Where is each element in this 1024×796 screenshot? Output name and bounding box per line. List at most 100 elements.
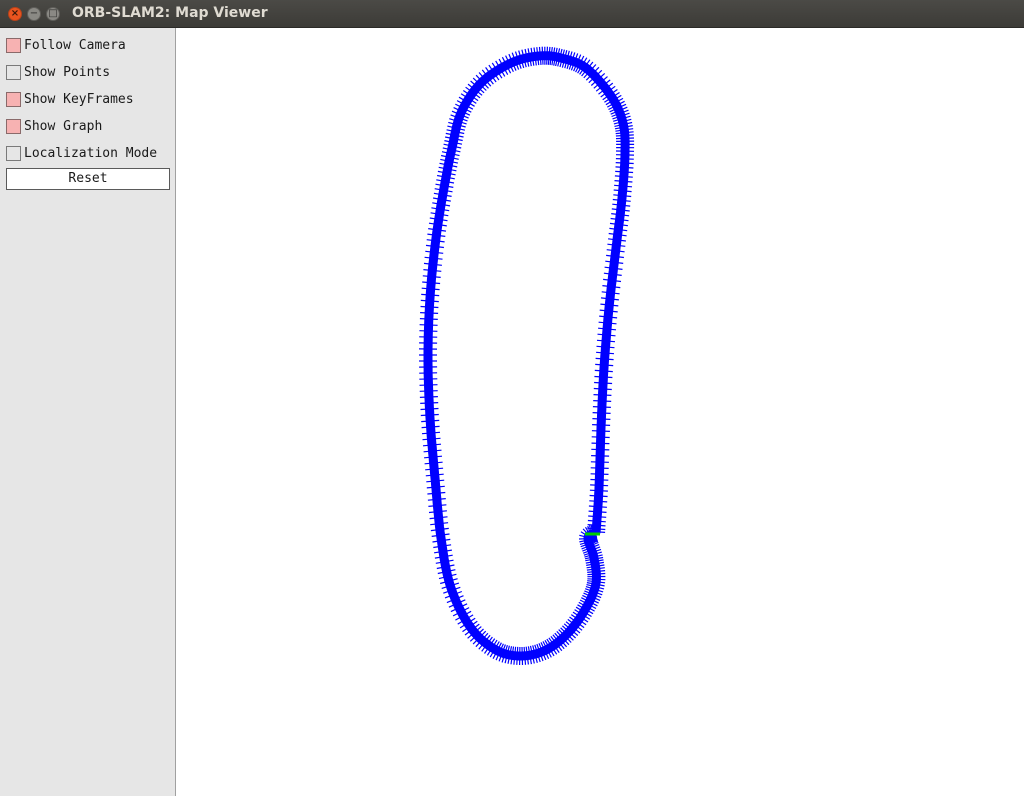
keyframe-mark bbox=[546, 46, 548, 65]
keyframe-mark bbox=[421, 431, 441, 435]
close-icon[interactable]: × bbox=[8, 7, 22, 21]
keyframe-mark bbox=[589, 494, 608, 498]
title-bar: × − □ ORB-SLAM2: Map Viewer bbox=[0, 0, 1024, 28]
keyframe-mark bbox=[590, 473, 609, 475]
keyframe-mark bbox=[590, 461, 609, 463]
keyframe-mark bbox=[597, 333, 616, 337]
keyframe-mark bbox=[587, 519, 606, 523]
keyframe-mark bbox=[428, 510, 447, 514]
keyframe-mark bbox=[598, 321, 617, 325]
keyframe-mark bbox=[614, 180, 633, 183]
keyframe-mark bbox=[588, 505, 607, 508]
keyframe-mark bbox=[419, 384, 438, 386]
keyframe-mark bbox=[421, 293, 440, 297]
keyframe-mark bbox=[615, 166, 634, 169]
keyframe-mark bbox=[591, 436, 610, 439]
reset-button[interactable]: Reset bbox=[6, 168, 170, 190]
keyframe-mark bbox=[587, 578, 606, 581]
keyframe-mark bbox=[419, 396, 438, 398]
keyframe-mark bbox=[595, 357, 614, 361]
keyframe-mark bbox=[420, 407, 439, 411]
keyframe-mark bbox=[590, 478, 609, 481]
keyframe-mark bbox=[423, 449, 442, 453]
keyframe-mark bbox=[541, 46, 544, 65]
keyframe-mark bbox=[596, 339, 616, 343]
keyframe-mark bbox=[591, 455, 610, 457]
keyframe-mark bbox=[427, 491, 446, 495]
follow-camera-checkbox[interactable] bbox=[6, 37, 21, 53]
keyframe-mark bbox=[587, 524, 606, 527]
keyframe-mark bbox=[593, 394, 612, 396]
keyframe-mark bbox=[427, 498, 446, 501]
keyframe-mark bbox=[426, 479, 445, 483]
keyframe-mark bbox=[598, 327, 617, 331]
show-graph-checkbox[interactable] bbox=[6, 118, 21, 134]
keyframe-mark bbox=[538, 46, 542, 65]
keyframe-mark bbox=[422, 437, 441, 441]
keyframe-mark bbox=[614, 184, 633, 188]
keyframe-mark bbox=[591, 430, 610, 432]
keyframe-mark bbox=[589, 500, 608, 503]
keyframe-mark bbox=[424, 461, 443, 465]
keyframe-mark bbox=[591, 448, 610, 451]
keyframe-mark bbox=[591, 442, 610, 445]
map-view[interactable] bbox=[176, 28, 1024, 796]
keyframe-mark bbox=[423, 269, 442, 272]
keyframe-mark bbox=[590, 484, 609, 487]
keyframe-mark bbox=[516, 646, 519, 665]
keyframe-mark bbox=[592, 406, 611, 408]
keyframe-mark bbox=[615, 162, 634, 165]
keyframe-mark bbox=[589, 489, 608, 492]
minimize-icon[interactable]: − bbox=[27, 7, 41, 21]
option-follow-camera[interactable]: Follow Camera bbox=[6, 36, 126, 54]
keyframe-mark bbox=[615, 158, 634, 160]
keyframe-mark bbox=[593, 387, 612, 391]
keyframe-mark bbox=[592, 412, 611, 414]
keyframe-mark bbox=[593, 400, 612, 402]
show-points-label: Show Points bbox=[24, 64, 111, 80]
keyframe-mark bbox=[596, 345, 615, 349]
keyframe-mark bbox=[420, 299, 439, 303]
keyframe-mark bbox=[521, 646, 524, 666]
keyframe-mark bbox=[426, 485, 445, 489]
show-keyframes-checkbox[interactable] bbox=[6, 91, 21, 107]
keyframe-mark bbox=[594, 381, 613, 385]
keyframe-trajectory bbox=[418, 46, 635, 666]
show-keyframes-label: Show KeyFrames bbox=[24, 91, 134, 107]
map-canvas bbox=[418, 46, 635, 666]
show-graph-label: Show Graph bbox=[24, 118, 103, 134]
localization-mode-label: Localization Mode bbox=[24, 145, 158, 161]
option-show-points[interactable]: Show Points bbox=[6, 63, 110, 81]
keyframe-mark bbox=[425, 467, 444, 471]
keyframe-mark bbox=[588, 510, 607, 513]
keyframe-mark bbox=[421, 287, 440, 291]
keyframe-mark bbox=[420, 312, 439, 314]
option-show-graph[interactable]: Show Graph bbox=[6, 117, 102, 135]
window-title: ORB-SLAM2: Map Viewer bbox=[72, 5, 268, 21]
keyframe-mark bbox=[614, 175, 633, 178]
option-localization-mode[interactable]: Localization Mode bbox=[6, 144, 157, 162]
keyframe-mark bbox=[615, 170, 634, 174]
keyframe-mark bbox=[592, 418, 611, 420]
keyframe-mark bbox=[420, 305, 439, 309]
keyframe-mark bbox=[419, 390, 438, 392]
keyframe-mark bbox=[615, 134, 634, 137]
keyframe-mark bbox=[422, 443, 442, 447]
keyframe-mark bbox=[420, 402, 439, 404]
keyframe-mark bbox=[613, 194, 632, 198]
keyframe-mark bbox=[613, 189, 632, 193]
keyframe-mark bbox=[419, 330, 438, 332]
keyframe-mark bbox=[587, 572, 606, 576]
show-points-checkbox[interactable] bbox=[6, 64, 21, 80]
options-panel: Follow Camera Show Points Show KeyFrames… bbox=[0, 28, 176, 796]
keyframe-mark bbox=[513, 646, 517, 665]
keyframe-mark bbox=[547, 46, 551, 65]
keyframe-mark bbox=[596, 351, 615, 355]
keyframe-mark bbox=[419, 318, 438, 320]
option-show-keyframes[interactable]: Show KeyFrames bbox=[6, 90, 134, 108]
keyframe-mark bbox=[428, 504, 447, 507]
keyframe-mark bbox=[424, 455, 443, 459]
maximize-icon[interactable]: □ bbox=[46, 7, 60, 21]
keyframe-mark bbox=[420, 413, 439, 417]
localization-mode-checkbox[interactable] bbox=[6, 145, 21, 161]
